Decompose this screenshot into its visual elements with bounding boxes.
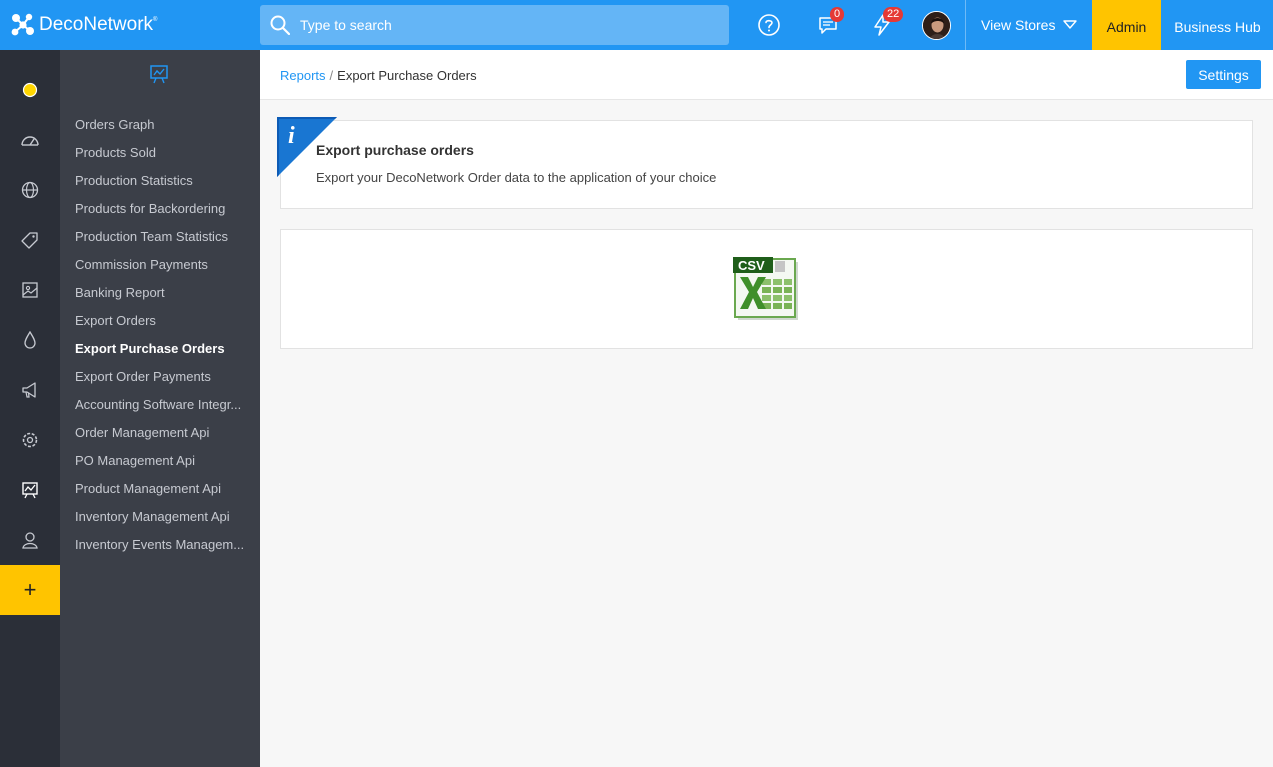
sidebar-item-inventory-management-api[interactable]: Inventory Management Api — [60, 503, 260, 531]
breadcrumb-link-reports[interactable]: Reports — [280, 68, 326, 83]
sidebar-item-accounting-software-integr[interactable]: Accounting Software Integr... — [60, 391, 260, 419]
status-dot-icon — [22, 82, 38, 98]
view-stores-dropdown[interactable]: View Stores — [966, 0, 1091, 50]
avatar-image-icon — [923, 12, 950, 39]
help-icon — [758, 14, 780, 36]
sidebar-item-export-orders[interactable]: Export Orders — [60, 307, 260, 335]
chevron-down-icon — [1063, 20, 1078, 29]
reports-icon — [22, 482, 38, 499]
rail-tags[interactable] — [0, 215, 60, 265]
help-button[interactable] — [756, 12, 782, 38]
rail-settings[interactable] — [0, 415, 60, 465]
avatar[interactable] — [922, 11, 951, 40]
notifications-badge: 22 — [883, 7, 904, 22]
breadcrumb-current: Export Purchase Orders — [337, 68, 477, 83]
breadcrumb-separator: / — [329, 68, 334, 83]
logo-registered-mark: ® — [153, 17, 158, 23]
messages-button[interactable]: 0 — [815, 7, 845, 38]
sidebar-item-po-management-api[interactable]: PO Management Api — [60, 447, 260, 475]
rail-status[interactable] — [0, 65, 60, 115]
sidebar-item-banking-report[interactable]: Banking Report — [60, 279, 260, 307]
search-box[interactable] — [260, 5, 729, 45]
logo-mark-icon — [11, 13, 34, 36]
business-hub-button[interactable]: Business Hub — [1162, 0, 1273, 50]
sidebar-item-products-for-backordering[interactable]: Products for Backordering — [60, 195, 260, 223]
rail-images[interactable] — [0, 265, 60, 315]
messages-badge: 0 — [830, 7, 845, 22]
ink-drop-icon — [24, 331, 36, 349]
view-stores-label: View Stores — [981, 17, 1056, 33]
business-hub-label: Business Hub — [1174, 19, 1261, 35]
info-icon-letter: i — [288, 123, 295, 149]
info-card: i Export purchase orders Export your Dec… — [277, 117, 1253, 209]
dashboard-icon — [21, 136, 39, 146]
logo[interactable]: DecoNetwork ® — [10, 11, 157, 39]
reports-header-icon — [150, 65, 168, 84]
sidebar-item-export-purchase-orders[interactable]: Export Purchase Orders — [60, 335, 260, 363]
sidebar-item-production-team-statistics[interactable]: Production Team Statistics — [60, 223, 260, 251]
settings-icon — [22, 432, 38, 448]
image-icon — [22, 282, 38, 298]
rail-ink[interactable] — [0, 315, 60, 365]
top-bar: DecoNetwork® 0 22 — [0, 0, 1273, 50]
settings-button[interactable]: Settings — [1186, 60, 1261, 89]
sidebar-item-products-sold[interactable]: Products Sold — [60, 139, 260, 167]
sidebar-item-inventory-events-managem[interactable]: Inventory Events Managem... — [60, 531, 260, 559]
rail-globe[interactable] — [0, 165, 60, 215]
admin-button[interactable]: Admin — [1092, 0, 1161, 50]
sidebar-item-order-management-api[interactable]: Order Management Api — [60, 419, 260, 447]
search-input[interactable] — [300, 17, 720, 33]
tag-icon — [21, 232, 38, 249]
export-options-card: CSV — [280, 229, 1253, 349]
sidebar-item-production-statistics[interactable]: Production Statistics — [60, 167, 260, 195]
sidebar-item-commission-payments[interactable]: Commission Payments — [60, 251, 260, 279]
rail-dashboard[interactable] — [0, 115, 60, 165]
main-content: Reports / Export Purchase Orders Settings … — [260, 50, 1273, 767]
csv-label: CSV — [738, 258, 765, 273]
sidebar-item-orders-graph[interactable]: Orders Graph — [60, 111, 260, 139]
plus-icon: + — [23, 577, 37, 602]
icon-rail: + — [0, 50, 60, 767]
admin-label: Admin — [1106, 19, 1147, 35]
info-description: Export your DecoNetwork Order data to th… — [316, 170, 717, 185]
user-icon — [22, 532, 38, 549]
breadcrumb: Reports / Export Purchase Orders — [280, 68, 477, 83]
rail-users[interactable] — [0, 515, 60, 565]
notifications-button[interactable]: 22 — [869, 7, 904, 38]
search-icon — [270, 15, 290, 35]
csv-export-button[interactable]: CSV — [732, 257, 802, 323]
rail-marketing[interactable] — [0, 365, 60, 415]
globe-icon — [21, 181, 39, 199]
breadcrumb-bar: Reports / Export Purchase Orders Settings — [260, 50, 1273, 100]
reports-menu: Orders Graph Products Sold Production Stat… — [60, 50, 260, 767]
rail-reports[interactable] — [0, 465, 60, 515]
info-title: Export purchase orders — [316, 142, 474, 158]
megaphone-icon — [22, 382, 36, 398]
logo-text: DecoNetwork — [39, 14, 154, 35]
sidebar-item-product-management-api[interactable]: Product Management Api — [60, 475, 260, 503]
add-button[interactable]: + — [0, 565, 60, 615]
sidebar-item-export-order-payments[interactable]: Export Order Payments — [60, 363, 260, 391]
reports-menu-list: Orders Graph Products Sold Production Stat… — [60, 111, 260, 559]
